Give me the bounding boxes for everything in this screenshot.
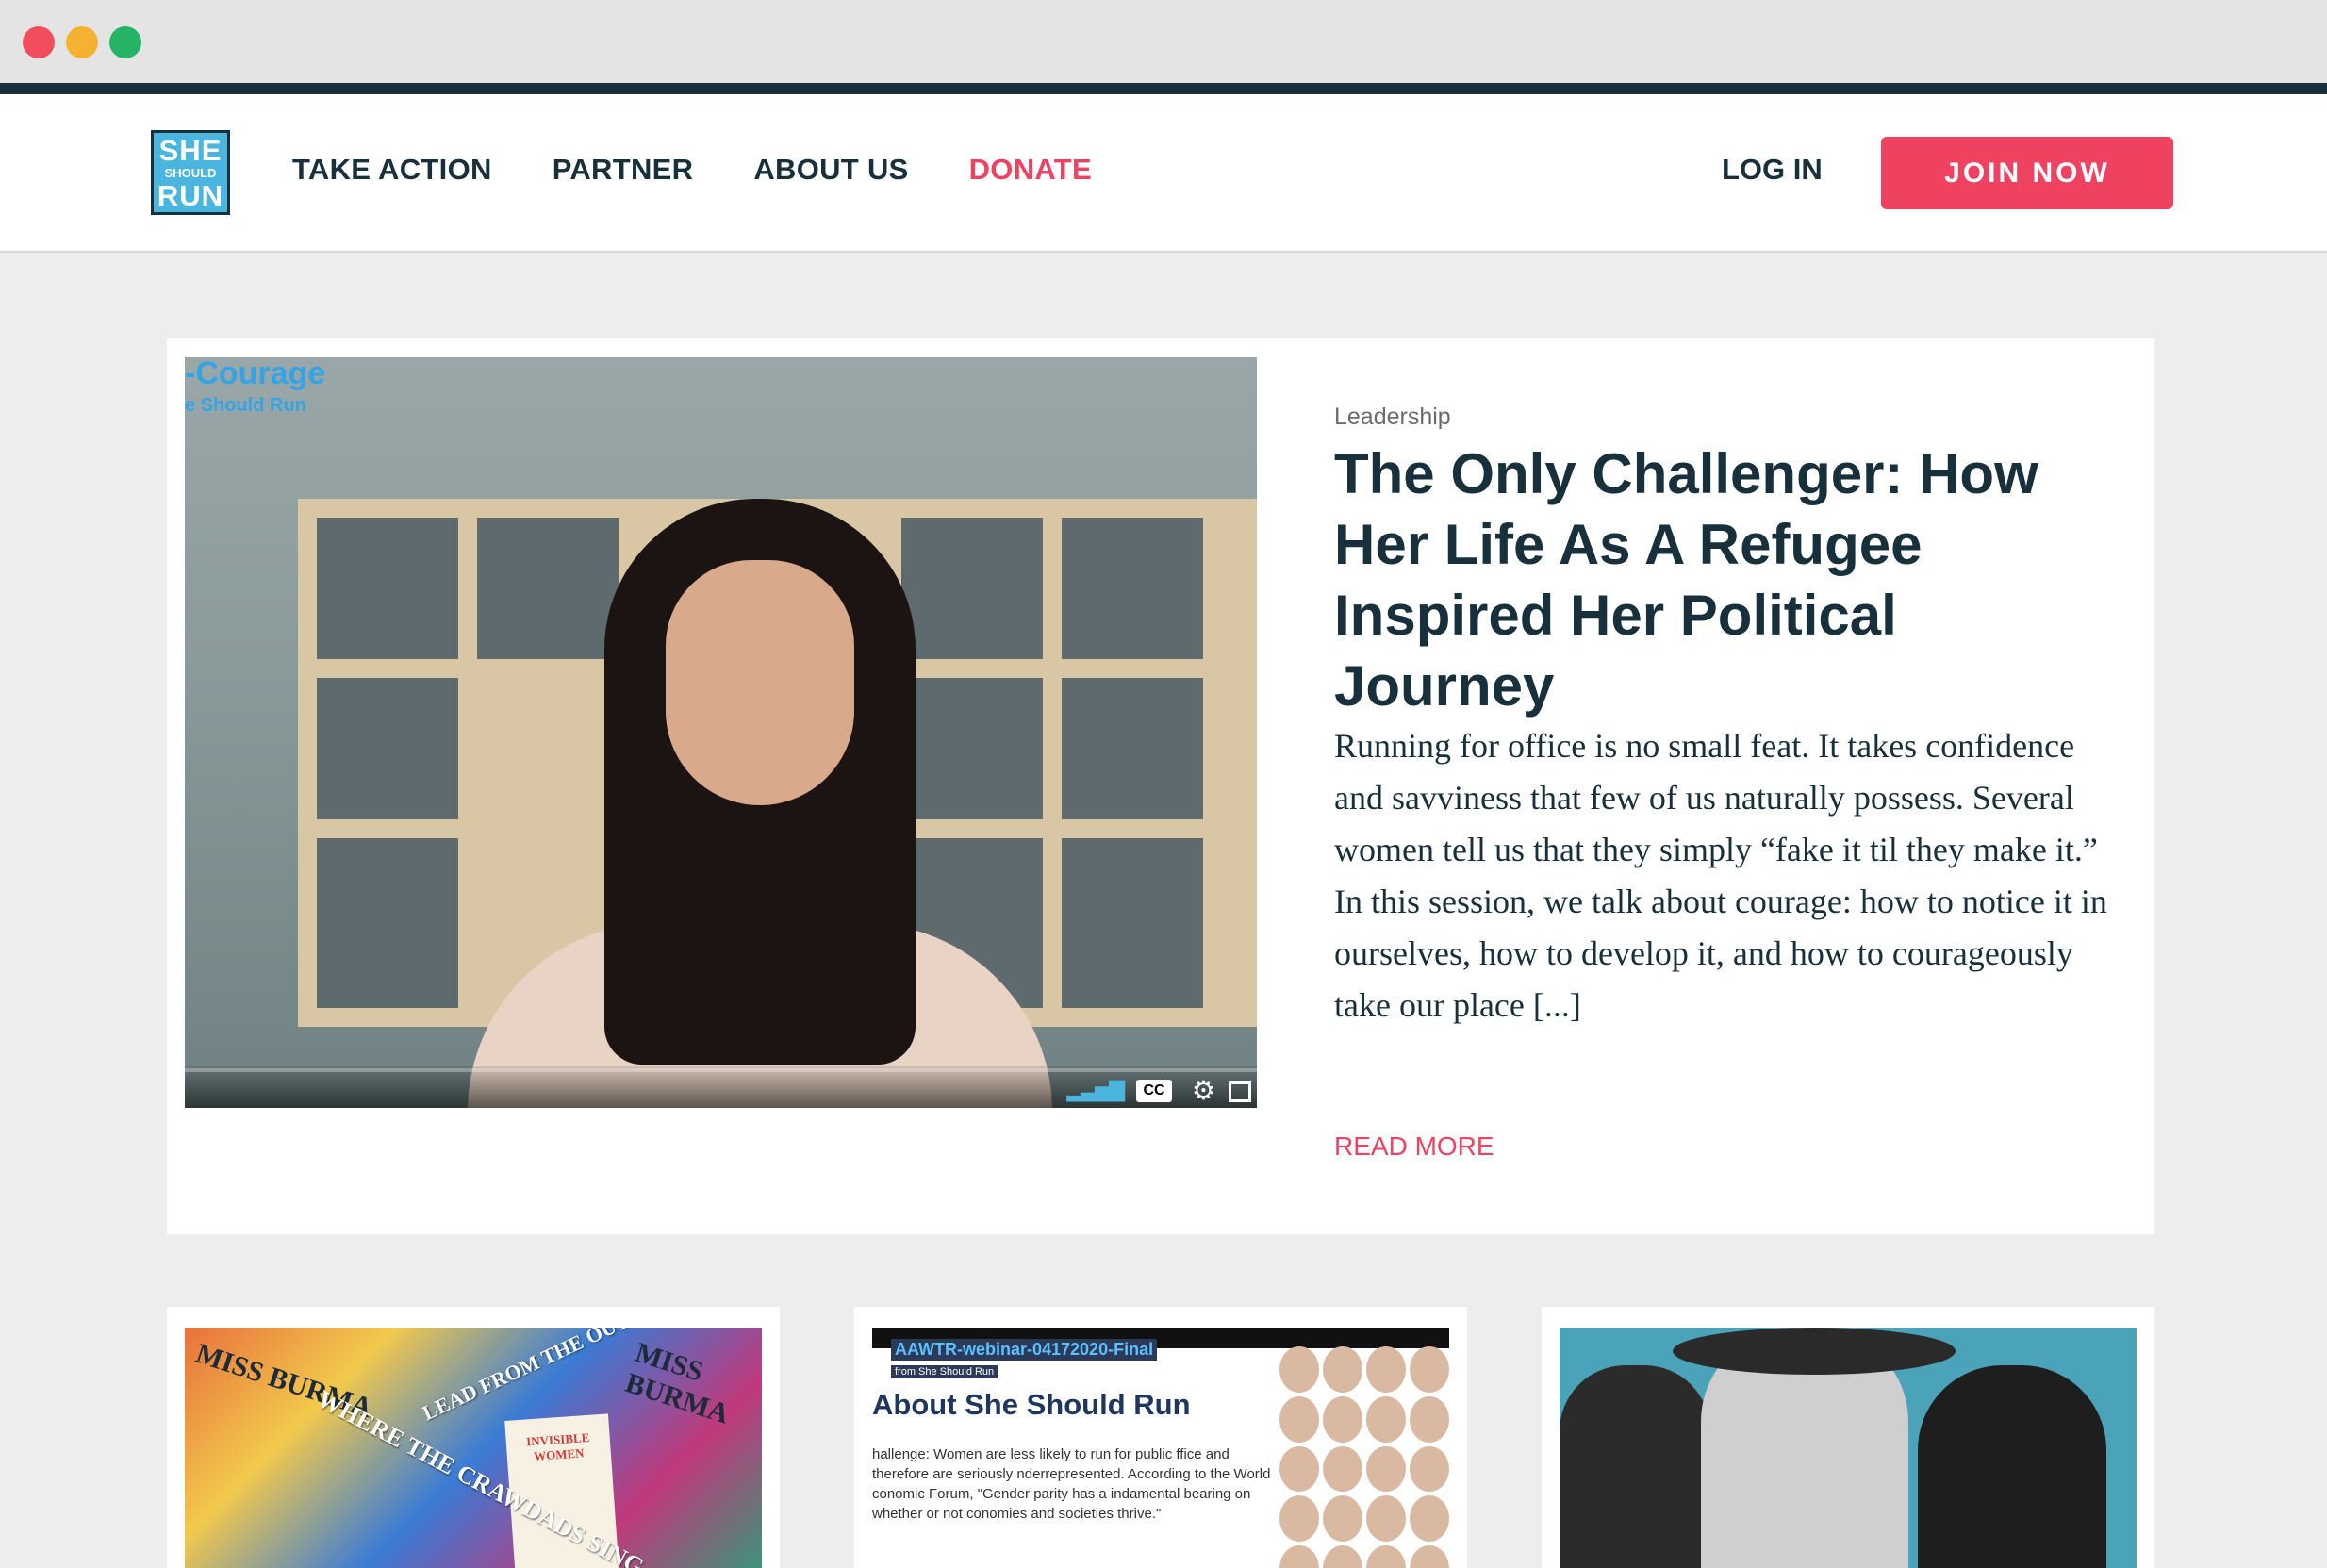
webinar-slide-body: hallenge: Women are less likely to run f… bbox=[872, 1446, 1271, 1522]
browser-chrome bbox=[0, 0, 2327, 83]
featured-article-card: -Courage e Should Run ▂▃▅▇ CC ⚙ Leadersh… bbox=[167, 338, 2154, 1234]
logo-line-2: SHOULD bbox=[164, 165, 217, 180]
closed-captions-button[interactable]: CC bbox=[1136, 1080, 1172, 1102]
logo-line-3: RUN bbox=[157, 178, 224, 212]
read-more-link[interactable]: READ MORE bbox=[1334, 1131, 1494, 1162]
webinar-video-tag: AAWTR-webinar-04172020-Final bbox=[891, 1339, 1158, 1361]
book-cover: MISS BURMA bbox=[621, 1336, 734, 1430]
main-nav: TAKE ACTION PARTNER ABOUT US DONATE bbox=[292, 153, 1152, 187]
fullscreen-icon[interactable] bbox=[1229, 1081, 1251, 1102]
article-headline[interactable]: The Only Challenger: How Her Life As A R… bbox=[1334, 438, 2126, 721]
nav-partner[interactable]: PARTNER bbox=[553, 153, 694, 187]
logo-line-1: SHE bbox=[158, 133, 223, 167]
join-now-button[interactable]: JOIN NOW bbox=[1881, 137, 2173, 209]
historical-portraits-image bbox=[1560, 1328, 2137, 1568]
article-card-webinar[interactable]: AAWTR-webinar-04172020-Final from She Sh… bbox=[854, 1307, 1467, 1568]
article-category[interactable]: Leadership bbox=[1334, 404, 1451, 431]
nav-about-us[interactable]: ABOUT US bbox=[753, 153, 908, 187]
video-subtitle: e Should Run bbox=[185, 395, 306, 416]
site-header: SHE SHOULD RUN TAKE ACTION PARTNER ABOUT… bbox=[0, 94, 2327, 253]
she-should-run-logo[interactable]: SHE SHOULD RUN bbox=[151, 130, 230, 215]
nav-take-action[interactable]: TAKE ACTION bbox=[292, 153, 492, 187]
close-window-button[interactable] bbox=[23, 26, 55, 58]
webinar-slide-heading: About She Should Run bbox=[872, 1388, 1191, 1421]
portrait-hat bbox=[1673, 1328, 1956, 1375]
top-divider bbox=[0, 83, 2327, 94]
portrait-figure bbox=[1918, 1365, 2106, 1568]
video-progress-bar[interactable] bbox=[185, 1068, 1257, 1072]
article-card-books[interactable]: MISS BURMA LEAD FROM THE OUTSIDE INVISIB… bbox=[167, 1307, 780, 1568]
video-player[interactable]: -Courage e Should Run ▂▃▅▇ CC ⚙ bbox=[185, 357, 1257, 1108]
article-card-portraits[interactable] bbox=[1542, 1307, 2154, 1568]
participant-grid bbox=[1279, 1346, 1449, 1568]
webinar-thumbnail: AAWTR-webinar-04172020-Final from She Sh… bbox=[872, 1328, 1449, 1568]
volume-icon[interactable]: ▂▃▅▇ bbox=[1066, 1078, 1125, 1102]
gear-icon[interactable]: ⚙ bbox=[1192, 1078, 1215, 1104]
minimize-window-button[interactable] bbox=[66, 26, 98, 58]
speaker-face bbox=[666, 560, 854, 805]
webinar-from-tag: from She Should Run bbox=[891, 1365, 998, 1378]
portrait-figure bbox=[1560, 1365, 1710, 1568]
nav-donate[interactable]: DONATE bbox=[969, 153, 1092, 187]
login-link[interactable]: LOG IN bbox=[1722, 153, 1823, 187]
books-collage-image: MISS BURMA LEAD FROM THE OUTSIDE INVISIB… bbox=[185, 1328, 762, 1568]
article-excerpt: Running for office is no small feat. It … bbox=[1334, 727, 2107, 1024]
maximize-window-button[interactable] bbox=[109, 26, 141, 58]
video-title: -Courage bbox=[185, 357, 326, 391]
